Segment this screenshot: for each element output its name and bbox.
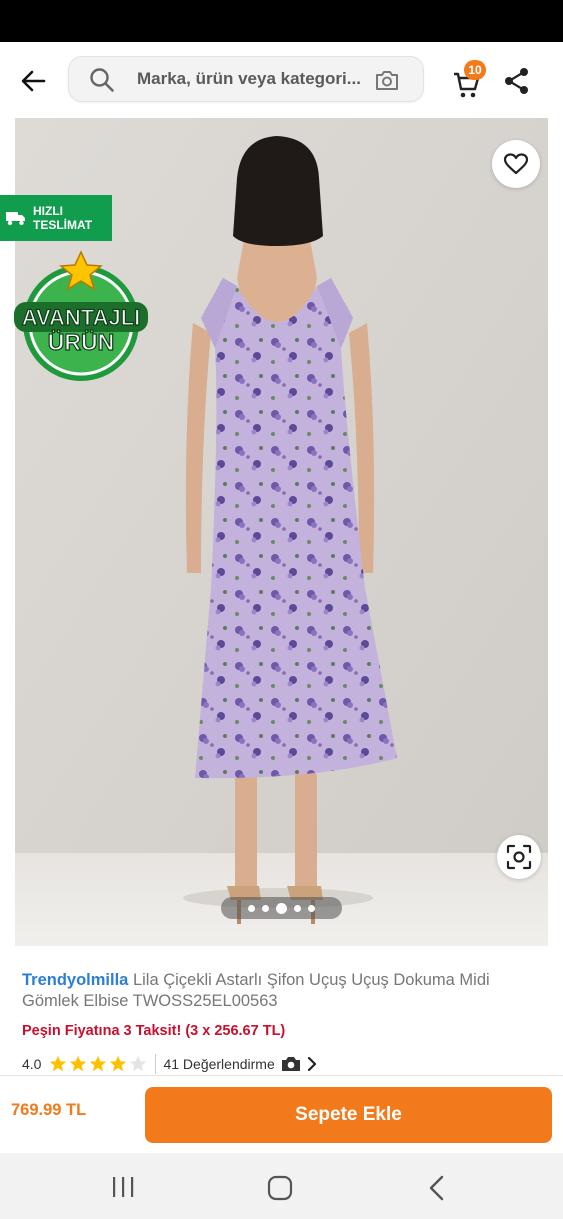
- top-bar: 10: [0, 42, 563, 118]
- system-nav-bar: [0, 1153, 563, 1219]
- visual-search-button[interactable]: [497, 835, 541, 879]
- cart-badge: 10: [464, 60, 486, 80]
- star-icon: [90, 1055, 107, 1072]
- advantage-product-badge: AVANTAJLI ÜRÜN: [14, 250, 148, 381]
- product-image-area: HIZLI TESLİMAT AVANTAJLI ÜRÜN: [0, 118, 563, 948]
- carousel-dot[interactable]: [294, 904, 301, 912]
- dress-model-image: [15, 118, 548, 946]
- add-to-cart-button[interactable]: Sepete Ekle: [145, 1087, 552, 1143]
- carousel-dot-active[interactable]: [276, 902, 287, 914]
- search-icon: [90, 68, 114, 92]
- back-button[interactable]: [14, 64, 52, 98]
- rating-row[interactable]: 4.0 41 Değerlendirme: [22, 1053, 317, 1075]
- fast-delivery-line1: HIZLI: [33, 204, 63, 218]
- recent-apps-icon[interactable]: [110, 1175, 136, 1199]
- search-input[interactable]: [137, 57, 362, 101]
- advantage-line1: AVANTAJLI: [22, 305, 141, 330]
- carousel-dot[interactable]: [248, 904, 255, 912]
- camera-search-icon[interactable]: [374, 68, 400, 92]
- nav-back-icon[interactable]: [425, 1174, 449, 1202]
- favorite-button[interactable]: [492, 140, 540, 188]
- brand-link[interactable]: Trendyolmilla: [22, 971, 128, 989]
- carousel-indicator[interactable]: [221, 897, 342, 919]
- rating-stars: [49, 1055, 147, 1073]
- star-empty-icon: [130, 1055, 147, 1072]
- status-bar: [0, 0, 563, 42]
- cart-button[interactable]: 10: [450, 60, 490, 102]
- camera-icon: [281, 1057, 300, 1071]
- chevron-right-icon: [307, 1057, 316, 1071]
- installment-offer: Peşin Fiyatına 3 Taksit! (3 x 256.67 TL): [22, 1023, 286, 1039]
- home-icon[interactable]: [266, 1174, 294, 1202]
- share-button[interactable]: [502, 66, 532, 96]
- product-photo[interactable]: [15, 118, 548, 946]
- search-box[interactable]: [68, 56, 424, 102]
- star-icon: [50, 1055, 67, 1072]
- truck-icon: [6, 212, 25, 226]
- reviews-count[interactable]: 41 Değerlendirme: [163, 1056, 274, 1072]
- carousel-dot[interactable]: [262, 904, 269, 912]
- advantage-line2: ÜRÜN: [48, 329, 114, 355]
- rating-value: 4.0: [22, 1056, 42, 1072]
- fast-delivery-badge: HIZLI TESLİMAT: [0, 195, 112, 241]
- heart-icon: [503, 153, 529, 175]
- bottom-action-bar: 769.99 TL Sepete Ekle: [0, 1075, 563, 1153]
- rating-divider: [155, 1054, 157, 1074]
- product-title: Trendyolmilla Lila Çiçekli Astarlı Şifon…: [22, 970, 547, 1012]
- price: 769.99 TL: [11, 1101, 87, 1119]
- fast-delivery-line2: TESLİMAT: [33, 218, 93, 232]
- back-arrow-icon: [21, 70, 46, 92]
- star-icon: [110, 1055, 127, 1072]
- star-icon: [70, 1055, 87, 1072]
- carousel-dot[interactable]: [308, 904, 315, 912]
- share-icon: [505, 68, 528, 94]
- product-info: Trendyolmilla Lila Çiçekli Astarlı Şifon…: [0, 948, 563, 1075]
- lens-icon: [506, 844, 532, 870]
